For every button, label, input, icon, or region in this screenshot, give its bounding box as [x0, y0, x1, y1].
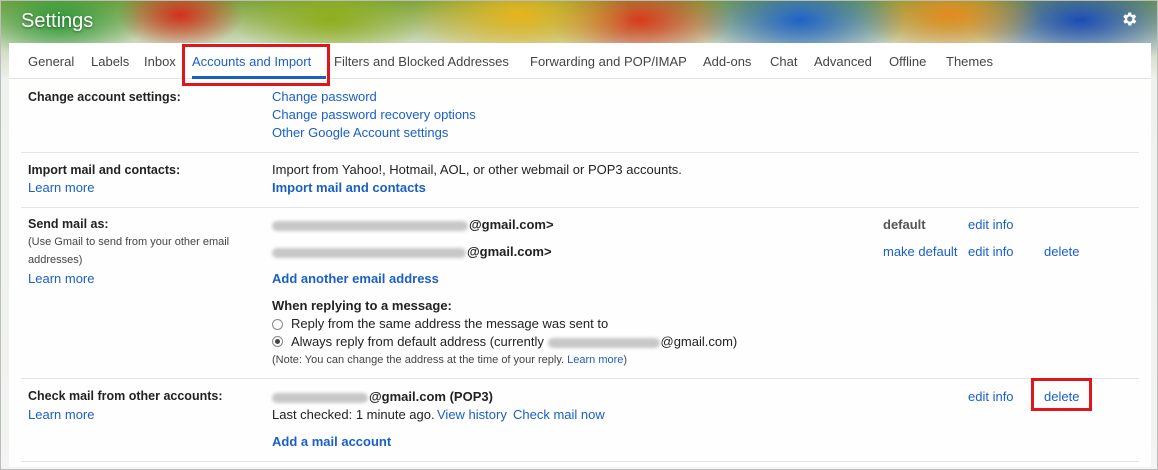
reply-default-address-radio[interactable] — [272, 336, 283, 347]
tab-accounts-and-import[interactable]: Accounts and Import — [192, 54, 311, 69]
tab-addons[interactable]: Add-ons — [703, 54, 751, 69]
send-mail-note: (Use Gmail to send from your other email… — [28, 233, 229, 269]
add-mail-account-link[interactable]: Add a mail account — [272, 434, 391, 449]
row-divider — [21, 207, 1139, 208]
reply-same-address-label: Reply from the same address the message … — [291, 316, 609, 331]
settings-tabs: General Labels Inbox Accounts and Import… — [9, 43, 1151, 79]
tab-themes[interactable]: Themes — [946, 54, 993, 69]
reply-note: (Note: You can change the address at the… — [272, 354, 627, 366]
import-learn-more-link[interactable]: Learn more — [28, 180, 94, 195]
default-badge: default — [883, 217, 926, 232]
send-mail-note-line1: (Use Gmail to send from your other email — [28, 236, 230, 248]
address-suffix: @gmail.com> — [469, 217, 554, 232]
address-suffix: @gmail.com> — [467, 244, 552, 259]
redacted-name — [272, 247, 466, 258]
edit-info-link[interactable]: edit info — [968, 244, 1014, 259]
edit-info-link[interactable]: edit info — [968, 389, 1014, 404]
row-divider — [21, 152, 1139, 153]
make-default-link[interactable]: make default — [883, 244, 957, 259]
reply-default-suffix: @gmail.com) — [660, 334, 738, 349]
redacted-name — [272, 220, 468, 231]
pop3-account-suffix: @gmail.com (POP3) — [369, 389, 493, 404]
add-email-address-link[interactable]: Add another email address — [272, 271, 439, 286]
reply-same-address-radio[interactable] — [272, 319, 283, 330]
reply-default-prefix: Always reply from default address (curre… — [291, 334, 544, 349]
tab-chat[interactable]: Chat — [770, 54, 797, 69]
import-description: Import from Yahoo!, Hotmail, AOL, or oth… — [272, 162, 682, 177]
page-title: Settings — [21, 10, 94, 32]
recovery-options-link[interactable]: Change password recovery options — [272, 107, 476, 122]
edit-info-link[interactable]: edit info — [968, 217, 1014, 232]
active-tab-indicator — [192, 76, 326, 79]
tab-filters[interactable]: Filters and Blocked Addresses — [334, 54, 509, 69]
send-address-2: @gmail.com> — [272, 244, 552, 259]
gear-icon[interactable] — [1120, 10, 1138, 28]
change-password-link[interactable]: Change password — [272, 89, 377, 104]
change-account-label: Change account settings: — [28, 90, 181, 104]
pop3-account: @gmail.com (POP3) — [272, 389, 493, 404]
row-divider — [21, 461, 1139, 462]
import-mail-label: Import mail and contacts: — [28, 163, 181, 177]
check-mail-now-link[interactable]: Check mail now — [513, 407, 605, 422]
check-mail-label: Check mail from other accounts: — [28, 389, 223, 403]
check-learn-more-link[interactable]: Learn more — [28, 407, 94, 422]
row-divider — [21, 378, 1139, 379]
view-history-link[interactable]: View history — [437, 407, 507, 422]
tab-advanced[interactable]: Advanced — [814, 54, 872, 69]
tab-labels[interactable]: Labels — [91, 54, 129, 69]
reply-learn-more-link[interactable]: Learn more — [567, 354, 623, 366]
redacted-name — [547, 337, 660, 348]
google-account-settings-link[interactable]: Other Google Account settings — [272, 125, 448, 140]
reply-default-address-label: Always reply from default address (curre… — [291, 334, 737, 349]
delete-address-link[interactable]: delete — [1044, 244, 1079, 259]
send-learn-more-link[interactable]: Learn more — [28, 271, 94, 286]
send-address-1: @gmail.com> — [272, 217, 554, 232]
last-checked-text: Last checked: 1 minute ago. — [272, 407, 435, 422]
tab-forwarding[interactable]: Forwarding and POP/IMAP — [530, 54, 687, 69]
import-mail-button[interactable]: Import mail and contacts — [272, 180, 426, 195]
delete-pop3-account-link[interactable]: delete — [1044, 389, 1079, 404]
send-mail-label: Send mail as: — [28, 217, 109, 231]
tab-general[interactable]: General — [28, 54, 74, 69]
redacted-name — [272, 392, 368, 403]
reply-heading: When replying to a message: — [272, 298, 452, 313]
send-mail-note-line2: addresses) — [28, 254, 83, 266]
reply-note-text: (Note: You can change the address at the… — [272, 354, 565, 366]
settings-panel: General Labels Inbox Accounts and Import… — [9, 43, 1151, 467]
reply-note-end: ) — [623, 354, 628, 366]
tab-inbox[interactable]: Inbox — [144, 54, 176, 69]
tab-offline[interactable]: Offline — [889, 54, 926, 69]
